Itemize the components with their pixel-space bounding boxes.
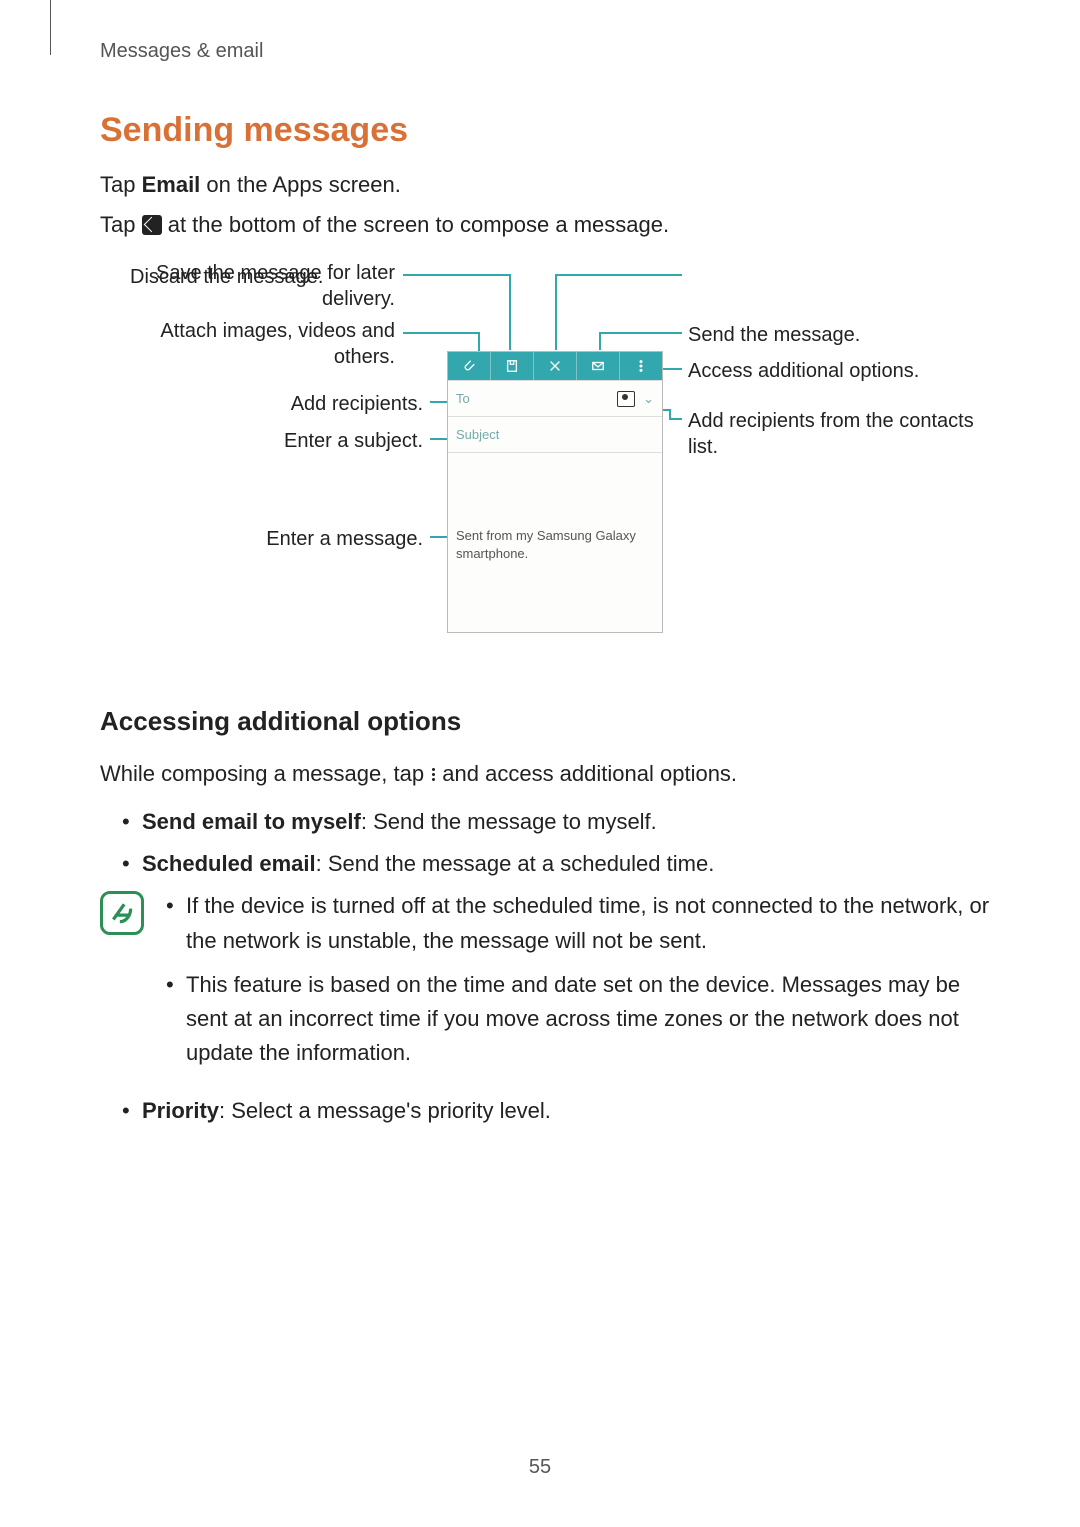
attach-icon[interactable] bbox=[448, 352, 491, 380]
compose-toolbar bbox=[448, 352, 662, 380]
compose-diagram: Save the message for later delivery. Att… bbox=[130, 256, 1030, 676]
to-field[interactable]: To ⌄ bbox=[448, 380, 662, 416]
option-term: Priority bbox=[142, 1098, 219, 1123]
callout-send: Send the message. bbox=[688, 322, 1008, 348]
intro-line-1: Tap Email on the Apps screen. bbox=[100, 168, 1005, 202]
callout-contacts: Add recipients from the contacts list. bbox=[688, 408, 1008, 460]
note-item: If the device is turned off at the sched… bbox=[162, 889, 1005, 957]
callout-more: Access additional options. bbox=[688, 358, 1008, 384]
callout-message: Enter a message. bbox=[130, 526, 423, 552]
contacts-picker-icon[interactable] bbox=[617, 391, 635, 407]
compose-icon bbox=[142, 215, 162, 235]
subject-field[interactable]: Subject bbox=[448, 416, 662, 452]
subpara-suffix: and access additional options. bbox=[436, 761, 737, 786]
options-list-cont: Priority: Select a message's priority le… bbox=[118, 1094, 1005, 1128]
save-draft-icon[interactable] bbox=[491, 352, 534, 380]
body-field[interactable]: Sent from my Samsung Galaxy smartphone. bbox=[448, 452, 662, 632]
callout-discard: Discard the message. bbox=[130, 264, 450, 290]
intro-line-2: Tap at the bottom of the screen to compo… bbox=[100, 208, 1005, 242]
side-rule bbox=[50, 0, 51, 55]
breadcrumb: Messages & email bbox=[100, 40, 1005, 63]
option-desc: : Select a message's priority level. bbox=[219, 1098, 551, 1123]
subheading: Accessing additional options bbox=[100, 706, 1005, 737]
option-desc: : Send the message at a scheduled time. bbox=[316, 851, 715, 876]
option-term: Send email to myself bbox=[142, 809, 361, 834]
note-block: If the device is turned off at the sched… bbox=[100, 889, 1005, 1079]
option-scheduled: Scheduled email: Send the message at a s… bbox=[118, 847, 1005, 881]
option-send-self: Send email to myself: Send the message t… bbox=[118, 805, 1005, 839]
page-number: 55 bbox=[0, 1456, 1080, 1479]
chevron-down-icon[interactable]: ⌄ bbox=[643, 391, 654, 407]
note-list: If the device is turned off at the sched… bbox=[162, 889, 1005, 1079]
callout-recipients: Add recipients. bbox=[130, 391, 423, 417]
option-priority: Priority: Select a message's priority le… bbox=[118, 1094, 1005, 1128]
intro1-bold: Email bbox=[142, 172, 201, 197]
intro1-prefix: Tap bbox=[100, 172, 142, 197]
more-options-icon[interactable] bbox=[620, 352, 662, 380]
option-term: Scheduled email bbox=[142, 851, 316, 876]
to-label: To bbox=[456, 391, 617, 406]
sub-para: While composing a message, tap and acces… bbox=[100, 757, 1005, 791]
options-list: Send email to myself: Send the message t… bbox=[118, 805, 1005, 881]
intro2-suffix: at the bottom of the screen to compose a… bbox=[162, 212, 670, 237]
compose-preview: To ⌄ Subject Sent from my Samsung Galaxy… bbox=[447, 351, 663, 633]
discard-icon[interactable] bbox=[534, 352, 577, 380]
note-icon bbox=[100, 891, 144, 935]
callout-subject: Enter a subject. bbox=[130, 428, 423, 454]
intro2-prefix: Tap bbox=[100, 212, 142, 237]
option-desc: : Send the message to myself. bbox=[361, 809, 657, 834]
note-item: This feature is based on the time and da… bbox=[162, 968, 1005, 1070]
page-heading: Sending messages bbox=[100, 111, 1005, 150]
body-signature: Sent from my Samsung Galaxy smartphone. bbox=[456, 528, 636, 561]
send-icon[interactable] bbox=[577, 352, 620, 380]
subpara-prefix: While composing a message, tap bbox=[100, 761, 430, 786]
subject-label: Subject bbox=[456, 427, 654, 442]
more-options-inline-icon bbox=[430, 766, 436, 783]
intro1-suffix: on the Apps screen. bbox=[200, 172, 401, 197]
callout-attach: Attach images, videos and others. bbox=[130, 318, 395, 370]
